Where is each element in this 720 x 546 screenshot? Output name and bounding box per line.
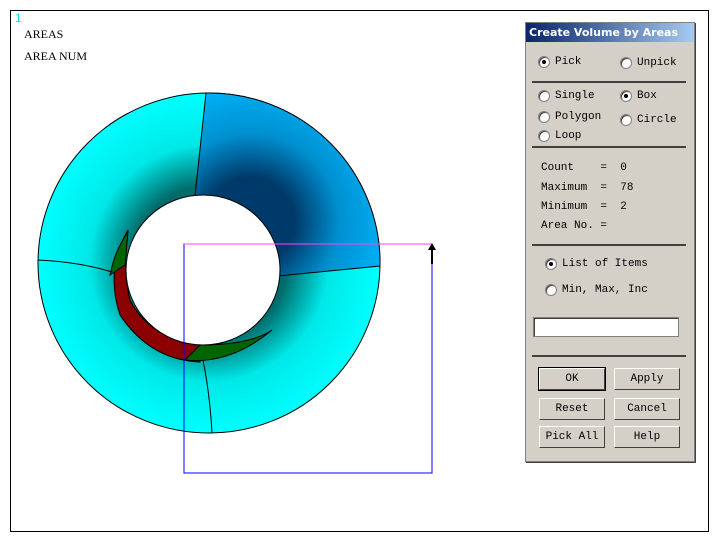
ok-button[interactable]: OK bbox=[538, 367, 606, 391]
loop-label: Loop bbox=[555, 130, 582, 142]
radio-icon bbox=[538, 111, 550, 123]
list-of-items-label: List of Items bbox=[562, 258, 648, 270]
min-max-inc-radio[interactable]: Min, Max, Inc bbox=[545, 284, 648, 296]
radio-icon bbox=[620, 57, 632, 69]
circle-radio[interactable]: Circle bbox=[620, 114, 677, 126]
minimum-readout: Minimum = 2 bbox=[541, 201, 627, 213]
radio-icon bbox=[538, 130, 550, 142]
apply-button[interactable]: Apply bbox=[614, 368, 680, 390]
dialog-title: Create Volume by Areas bbox=[526, 23, 694, 42]
reset-button[interactable]: Reset bbox=[539, 398, 605, 420]
area-no-readout: Area No. = bbox=[541, 220, 608, 232]
polygon-radio[interactable]: Polygon bbox=[538, 111, 601, 123]
radio-selected-icon bbox=[538, 56, 550, 68]
item-input[interactable] bbox=[533, 317, 679, 337]
box-label: Box bbox=[637, 90, 657, 102]
radio-selected-icon bbox=[620, 90, 632, 102]
pick-radio[interactable]: Pick bbox=[538, 56, 581, 68]
divider bbox=[532, 355, 686, 357]
min-max-inc-label: Min, Max, Inc bbox=[562, 284, 648, 296]
maximum-readout: Maximum = 78 bbox=[541, 182, 634, 194]
loop-radio[interactable]: Loop bbox=[538, 130, 581, 142]
pick-dialog: Create Volume by Areas Pick Unpick Singl… bbox=[525, 22, 695, 462]
radio-icon bbox=[620, 114, 632, 126]
count-readout: Count = 0 bbox=[541, 162, 627, 174]
divider bbox=[532, 146, 686, 148]
pick-label: Pick bbox=[555, 56, 582, 68]
single-label: Single bbox=[555, 90, 595, 102]
single-radio[interactable]: Single bbox=[538, 90, 595, 102]
cursor-arrow-icon bbox=[428, 243, 436, 264]
list-of-items-radio[interactable]: List of Items bbox=[545, 258, 648, 270]
help-button[interactable]: Help bbox=[614, 426, 680, 448]
radio-selected-icon bbox=[545, 258, 557, 270]
radio-icon bbox=[538, 90, 550, 102]
unpick-label: Unpick bbox=[637, 57, 677, 69]
box-radio[interactable]: Box bbox=[620, 90, 657, 102]
circle-label: Circle bbox=[637, 114, 677, 126]
torus-hole bbox=[125, 194, 281, 346]
polygon-label: Polygon bbox=[555, 111, 602, 123]
unpick-radio[interactable]: Unpick bbox=[620, 57, 677, 69]
divider bbox=[532, 244, 686, 246]
cancel-button[interactable]: Cancel bbox=[614, 398, 680, 420]
divider bbox=[532, 81, 686, 83]
pick-all-button[interactable]: Pick All bbox=[539, 426, 605, 448]
radio-icon bbox=[545, 284, 557, 296]
